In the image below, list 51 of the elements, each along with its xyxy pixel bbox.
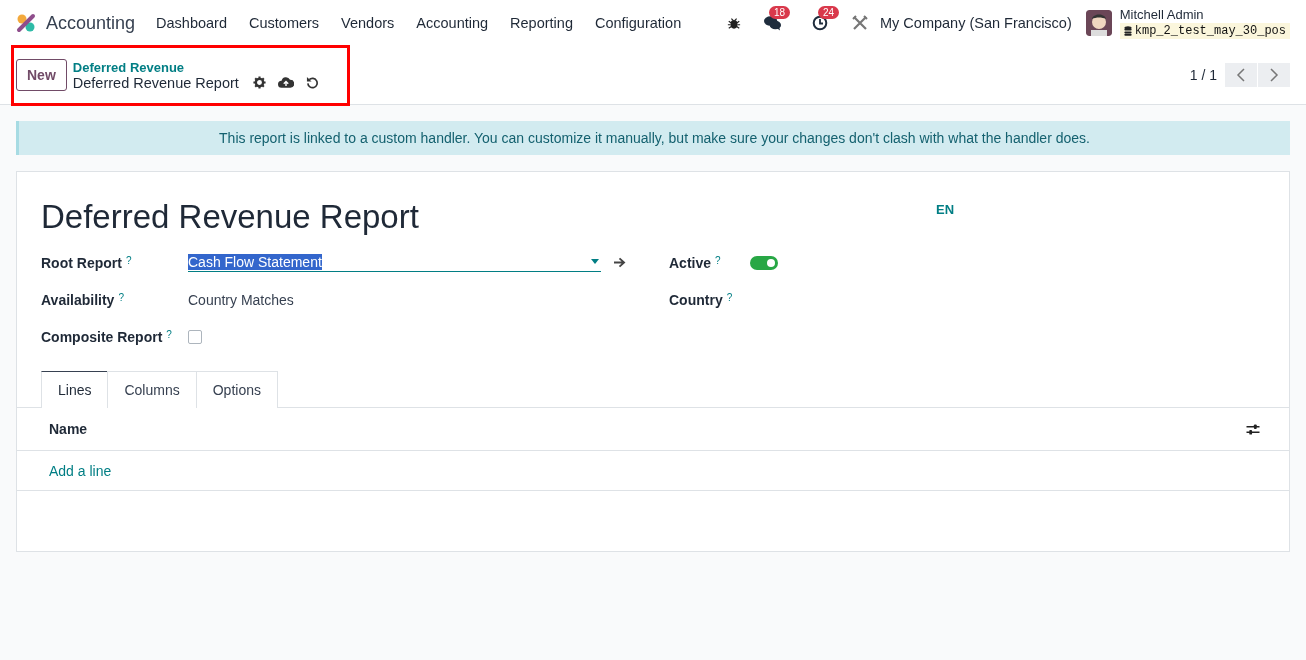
record-name: Deferred Revenue Report <box>72 74 239 91</box>
field-label: Composite Report <box>41 328 163 345</box>
field-value: Cash Flow Statement <box>188 253 322 270</box>
help-tooltip[interactable]: ? <box>726 291 733 303</box>
field-label: Availability <box>41 291 115 308</box>
menu-item[interactable]: Reporting <box>499 15 584 31</box>
select-field[interactable]: Cash Flow Statement <box>188 253 601 272</box>
tab[interactable]: Options <box>195 371 278 408</box>
cloud-upload-icon[interactable] <box>277 76 294 89</box>
count-badge: 18 <box>769 6 791 19</box>
tab[interactable]: Columns <box>107 371 197 408</box>
field-value: Country Matches <box>188 291 294 308</box>
help-tooltip[interactable]: ? <box>715 254 721 266</box>
column-header[interactable]: Name <box>49 421 88 437</box>
new-button[interactable]: New <box>16 59 67 91</box>
help-tooltip[interactable]: ? <box>118 291 124 303</box>
database-icon <box>1123 26 1132 36</box>
menu-item[interactable]: Dashboard <box>145 15 238 31</box>
language-button[interactable]: EN <box>936 202 955 217</box>
help-tooltip[interactable]: ? <box>125 254 132 266</box>
breadcrumb-link[interactable]: Deferred Revenue <box>72 59 319 75</box>
field-label: Active <box>669 254 712 271</box>
field-label: Country <box>669 291 723 308</box>
menu-item[interactable]: Configuration <box>583 15 693 31</box>
record-title[interactable]: Deferred Revenue Report <box>41 198 936 236</box>
bug-icon[interactable] <box>727 16 741 30</box>
tab[interactable]: Lines <box>41 371 109 408</box>
app-name[interactable]: Accounting <box>46 12 136 34</box>
checkbox[interactable] <box>188 329 202 344</box>
column-settings-icon[interactable] <box>1245 422 1261 436</box>
arrow-right-icon[interactable] <box>613 257 626 268</box>
add-line-link[interactable]: Add a line <box>49 462 112 479</box>
app-logo-icon[interactable] <box>16 13 36 33</box>
clock-icon[interactable] <box>812 15 828 31</box>
avatar-icon[interactable] <box>1085 10 1112 36</box>
undo-icon[interactable] <box>305 76 319 89</box>
tools-icon[interactable] <box>852 15 868 31</box>
toggle-switch[interactable] <box>750 255 778 270</box>
company-switcher[interactable]: My Company (San Francisco) <box>880 15 1072 31</box>
user-name[interactable]: Mitchell Admin <box>1119 7 1290 22</box>
menu-item[interactable]: Accounting <box>405 15 500 31</box>
caret-icon <box>591 259 599 264</box>
settings-icon[interactable] <box>252 76 266 89</box>
help-tooltip[interactable]: ? <box>166 328 172 340</box>
database-name: kmp_2_test_may_30_pos <box>1134 24 1286 38</box>
menu-item[interactable]: Vendors <box>330 15 406 31</box>
count-badge: 24 <box>818 6 840 19</box>
field-label: Root Report <box>41 254 122 271</box>
info-alert: This report is linked to a custom handler. You can customize it manually, but make sure your changes don't clash with what the handler does. <box>16 121 1290 155</box>
pager-value[interactable]: 1 / 1 <box>1189 67 1217 83</box>
menu-item[interactable]: Customers <box>238 15 331 31</box>
